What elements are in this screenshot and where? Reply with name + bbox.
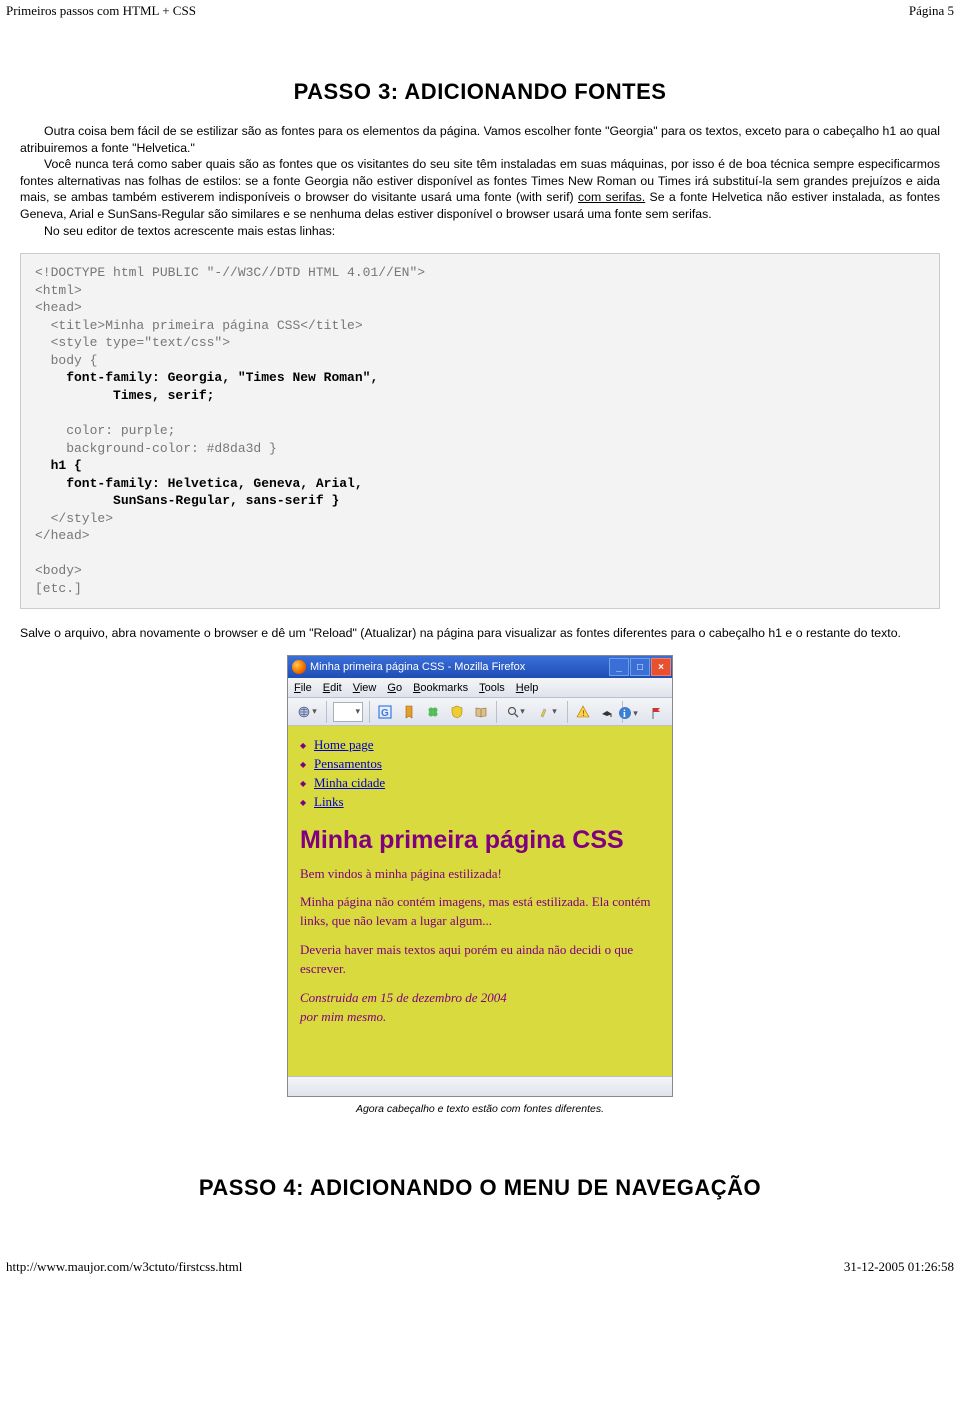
search-icon[interactable]: ▾	[501, 701, 531, 723]
browser-statusbar	[288, 1076, 672, 1096]
warning-icon[interactable]: !	[572, 701, 594, 723]
nav-item: Links	[300, 793, 660, 812]
browser-page: Home page Pensamentos Minha cidade Links…	[288, 726, 672, 1076]
section-4-heading: PASSO 4: ADICIONANDO O MENU DE NAVEGAÇÃO	[20, 1175, 940, 1201]
menu-file[interactable]: File	[294, 682, 312, 694]
figure-caption: Agora cabeçalho e texto estão com fontes…	[20, 1103, 940, 1115]
intro-text-a: Outra coisa bem fácil de se estilizar sã…	[20, 124, 940, 155]
url-field[interactable]: ▾	[333, 702, 363, 722]
instruction-text: No seu editor de textos acrescente mais …	[44, 224, 335, 238]
google-icon[interactable]: G	[374, 701, 396, 723]
minimize-button[interactable]: _	[609, 658, 629, 676]
nav-link-home[interactable]: Home page	[314, 737, 374, 752]
browser-toolbar: ▾ ▾ G ▾ ▾ ! i▾	[288, 698, 672, 726]
nav-item: Minha cidade	[300, 774, 660, 793]
code-block: <!DOCTYPE html PUBLIC "-//W3C//DTD HTML …	[20, 253, 940, 608]
nav-item: Home page	[300, 736, 660, 755]
browser-window: Minha primeira página CSS - Mozilla Fire…	[287, 655, 673, 1097]
browser-title-text: Minha primeira página CSS - Mozilla Fire…	[310, 661, 525, 673]
nav-item: Pensamentos	[300, 755, 660, 774]
book-icon[interactable]	[470, 701, 492, 723]
menu-go[interactable]: Go	[387, 682, 402, 694]
nav-link-links[interactable]: Links	[314, 794, 344, 809]
nav-link-cidade[interactable]: Minha cidade	[314, 775, 385, 790]
info-icon[interactable]: i▾	[613, 702, 643, 724]
body-paragraph: Você nunca terá como saber quais são as …	[20, 156, 940, 222]
browser-menubar: File Edit View Go Bookmarks Tools Help	[288, 678, 672, 698]
page-footer: http://www.maujor.com/w3ctuto/firstcss.h…	[0, 1219, 960, 1279]
menu-help[interactable]: Help	[516, 682, 539, 694]
close-button[interactable]: ×	[651, 658, 671, 676]
page-header: Primeiros passos com HTML + CSS Página 5	[0, 0, 960, 19]
nav-list: Home page Pensamentos Minha cidade Links	[300, 736, 660, 811]
page-p2: Minha página não contém imagens, mas est…	[300, 893, 660, 931]
highlight-icon[interactable]: ▾	[533, 701, 563, 723]
maximize-button[interactable]: □	[630, 658, 650, 676]
window-controls: _ □ ×	[609, 658, 672, 676]
page-number: Página 5	[909, 3, 954, 19]
menu-view[interactable]: View	[353, 682, 377, 694]
bookmark-icon[interactable]	[398, 701, 420, 723]
flag-icon[interactable]	[646, 702, 668, 724]
firefox-icon	[292, 660, 306, 674]
page-signoff: Construida em 15 de dezembro de 2004 por…	[300, 989, 660, 1027]
footer-timestamp: 31-12-2005 01:26:58	[844, 1259, 954, 1275]
svg-text:i: i	[623, 709, 626, 720]
svg-text:!: !	[582, 709, 585, 718]
after-code-paragraph: Salve o arquivo, abra novamente o browse…	[20, 625, 940, 642]
clover-icon[interactable]	[422, 701, 444, 723]
page-p3: Deveria haver mais textos aqui porém eu …	[300, 941, 660, 979]
section-3-heading: PASSO 3: ADICIONANDO FONTES	[20, 79, 940, 105]
nav-link-pensamentos[interactable]: Pensamentos	[314, 756, 382, 771]
menu-tools[interactable]: Tools	[479, 682, 505, 694]
svg-text:G: G	[381, 708, 389, 719]
instruction-paragraph: No seu editor de textos acrescente mais …	[20, 223, 940, 240]
page-p1: Bem vindos à minha página estilizada!	[300, 865, 660, 884]
doc-title: Primeiros passos com HTML + CSS	[6, 3, 196, 19]
browser-titlebar: Minha primeira página CSS - Mozilla Fire…	[288, 656, 672, 678]
footer-url: http://www.maujor.com/w3ctuto/firstcss.h…	[6, 1259, 242, 1275]
page-h1: Minha primeira página CSS	[300, 826, 660, 855]
shield-icon[interactable]	[446, 701, 468, 723]
serif-link[interactable]: com serifas.	[578, 190, 645, 204]
menu-edit[interactable]: Edit	[323, 682, 342, 694]
toolbar-main-button[interactable]: ▾	[292, 701, 322, 723]
intro-paragraph: Outra coisa bem fácil de se estilizar sã…	[20, 123, 940, 156]
menu-bookmarks[interactable]: Bookmarks	[413, 682, 468, 694]
